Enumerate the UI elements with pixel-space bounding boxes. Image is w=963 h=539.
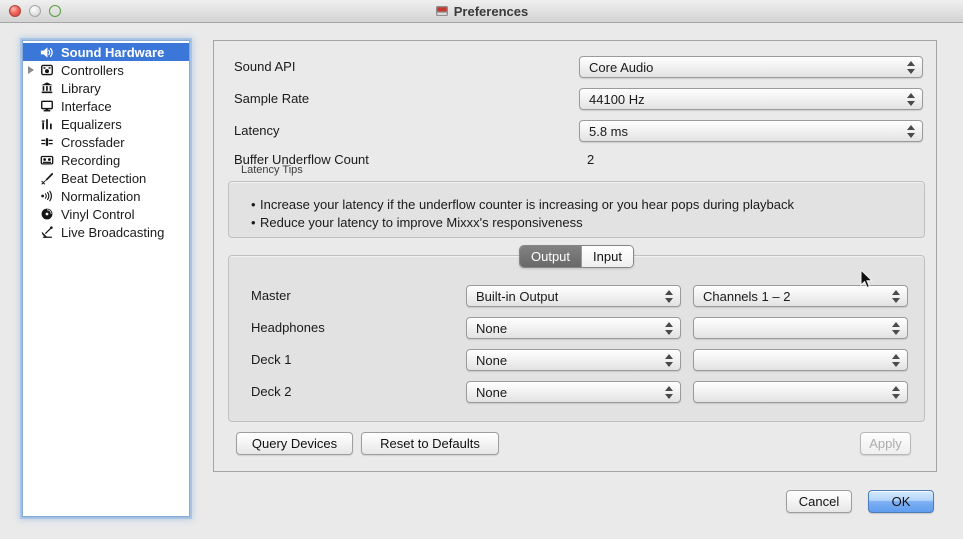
reset-to-defaults-button[interactable]: Reset to Defaults bbox=[361, 432, 499, 455]
latency-tips-title: Latency Tips bbox=[241, 164, 303, 176]
stepper-arrows-icon bbox=[665, 290, 673, 303]
tab-input[interactable]: Input bbox=[581, 246, 633, 267]
stepper-arrows-icon bbox=[907, 125, 915, 138]
sidebar-item-recording[interactable]: Recording bbox=[23, 151, 189, 169]
stepper-arrows-icon bbox=[907, 61, 915, 74]
sidebar-item-label: Crossfader bbox=[61, 135, 125, 150]
io-tab-bar: Output Input bbox=[519, 245, 634, 268]
latency-tips-box: Increase your latency if the underflow c… bbox=[228, 181, 925, 238]
sidebar-item-vinyl-control[interactable]: Vinyl Control bbox=[23, 205, 189, 223]
stepper-arrows-icon bbox=[892, 290, 900, 303]
buffer-underflow-value: 2 bbox=[587, 149, 594, 171]
sidebar-item-controllers[interactable]: Controllers bbox=[23, 61, 189, 79]
sidebar-item-label: Interface bbox=[61, 99, 112, 114]
sidebar-item-label: Library bbox=[61, 81, 101, 96]
sidebar-item-equalizers[interactable]: Equalizers bbox=[23, 115, 189, 133]
satellite-dish-icon bbox=[38, 224, 55, 240]
sound-api-select[interactable]: Core Audio bbox=[579, 56, 923, 78]
cancel-button[interactable]: Cancel bbox=[786, 490, 852, 513]
stepper-arrows-icon bbox=[665, 322, 673, 335]
stepper-arrows-icon bbox=[665, 354, 673, 367]
deck1-device-select[interactable]: None bbox=[466, 349, 681, 371]
stepper-arrows-icon bbox=[892, 354, 900, 367]
title-area: Preferences bbox=[0, 0, 963, 22]
app-icon bbox=[435, 4, 449, 18]
vinyl-record-icon bbox=[38, 206, 55, 222]
master-device-select[interactable]: Built-in Output bbox=[466, 285, 681, 307]
latency-select[interactable]: 5.8 ms bbox=[579, 120, 923, 142]
sidebar-item-label: Normalization bbox=[61, 189, 140, 204]
stepper-arrows-icon bbox=[907, 93, 915, 106]
sample-rate-select[interactable]: 44100 Hz bbox=[579, 88, 923, 110]
headphones-device-select[interactable]: None bbox=[466, 317, 681, 339]
midi-controller-icon bbox=[38, 62, 55, 78]
mouse-cursor bbox=[860, 270, 874, 290]
sidebar-item-library[interactable]: Library bbox=[23, 79, 189, 97]
sample-rate-label: Sample Rate bbox=[234, 88, 309, 110]
deck1-channels-select[interactable] bbox=[693, 349, 908, 371]
sidebar-item-crossfader[interactable]: Crossfader bbox=[23, 133, 189, 151]
headphones-label: Headphones bbox=[251, 317, 325, 339]
recorder-icon bbox=[38, 152, 55, 168]
crossfader-icon bbox=[38, 134, 55, 150]
sidebar-item-label: Sound Hardware bbox=[61, 45, 164, 60]
deck1-label: Deck 1 bbox=[251, 349, 291, 371]
query-devices-button[interactable]: Query Devices bbox=[236, 432, 353, 455]
window-title: Preferences bbox=[454, 4, 528, 19]
latency-label: Latency bbox=[234, 120, 280, 142]
apply-button[interactable]: Apply bbox=[860, 432, 911, 455]
latency-tip: Increase your latency if the underflow c… bbox=[229, 196, 924, 214]
sidebar-item-label: Live Broadcasting bbox=[61, 225, 164, 240]
headphones-channels-select[interactable] bbox=[693, 317, 908, 339]
stepper-arrows-icon bbox=[665, 386, 673, 399]
ok-button[interactable]: OK bbox=[868, 490, 934, 513]
sound-waves-icon bbox=[38, 188, 55, 204]
latency-tip: Reduce your latency to improve Mixxx's r… bbox=[229, 214, 924, 232]
monitor-icon bbox=[38, 98, 55, 114]
stepper-arrows-icon bbox=[892, 386, 900, 399]
sidebar-item-label: Beat Detection bbox=[61, 171, 146, 186]
beat-detection-pen-icon bbox=[38, 170, 55, 186]
category-list[interactable]: Sound Hardware Controllers Library Inter… bbox=[22, 40, 190, 517]
sidebar-item-label: Controllers bbox=[61, 63, 124, 78]
equalizer-bars-icon bbox=[38, 116, 55, 132]
tab-output[interactable]: Output bbox=[520, 246, 581, 267]
speaker-icon bbox=[38, 44, 55, 60]
sidebar-item-label: Vinyl Control bbox=[61, 207, 134, 222]
sound-hardware-panel: Sound API Core Audio Sample Rate 44100 H… bbox=[213, 40, 937, 472]
disclosure-triangle-icon[interactable] bbox=[23, 66, 38, 74]
deck2-label: Deck 2 bbox=[251, 381, 291, 403]
sidebar-item-beat-detection[interactable]: Beat Detection bbox=[23, 169, 189, 187]
master-channels-select[interactable]: Channels 1 – 2 bbox=[693, 285, 908, 307]
master-label: Master bbox=[251, 285, 291, 307]
sidebar-item-live-broadcasting[interactable]: Live Broadcasting bbox=[23, 223, 189, 241]
deck2-device-select[interactable]: None bbox=[466, 381, 681, 403]
sidebar-item-sound-hardware[interactable]: Sound Hardware bbox=[23, 43, 189, 61]
sidebar-item-normalization[interactable]: Normalization bbox=[23, 187, 189, 205]
stepper-arrows-icon bbox=[892, 322, 900, 335]
sidebar-item-interface[interactable]: Interface bbox=[23, 97, 189, 115]
sidebar-item-label: Equalizers bbox=[61, 117, 122, 132]
sound-api-label: Sound API bbox=[234, 56, 295, 78]
titlebar[interactable]: Preferences bbox=[0, 0, 963, 23]
deck2-channels-select[interactable] bbox=[693, 381, 908, 403]
sidebar-item-label: Recording bbox=[61, 153, 120, 168]
library-columns-icon bbox=[38, 80, 55, 96]
